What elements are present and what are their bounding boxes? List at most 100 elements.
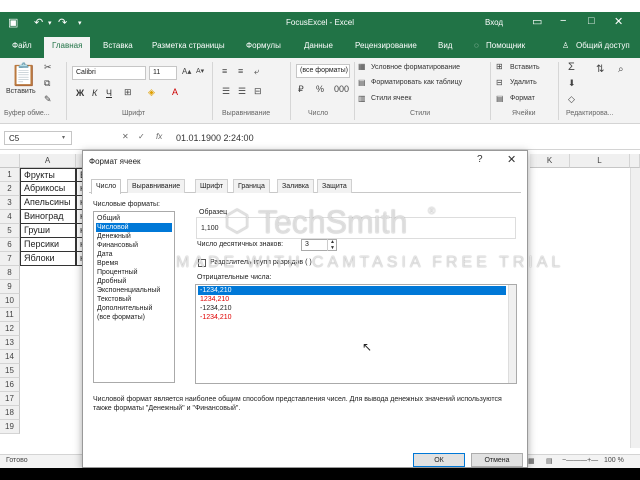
italic-button[interactable]: К	[92, 88, 97, 98]
cell-styles-button[interactable]: Стили ячеек	[371, 95, 411, 102]
merge-icon[interactable]: ⊟	[254, 86, 262, 97]
list-item[interactable]: Дата	[96, 250, 172, 259]
column-header[interactable]	[630, 154, 640, 168]
row-header[interactable]: 3	[0, 196, 20, 210]
align-middle-icon[interactable]: ≡	[238, 66, 243, 76]
tab-fill[interactable]: Заливка	[277, 179, 314, 193]
name-box-dropdown-icon[interactable]: ▾	[62, 134, 65, 141]
tab-data[interactable]: Данные	[304, 41, 333, 50]
table-cell[interactable]: Виноград	[20, 210, 76, 224]
clear-icon[interactable]: ◇	[568, 94, 575, 105]
row-header[interactable]: 8	[0, 266, 20, 280]
number-format-combo[interactable]: (все форматы)	[296, 64, 350, 78]
tab-font[interactable]: Шрифт	[195, 179, 229, 193]
row-header[interactable]: 12	[0, 322, 20, 336]
currency-icon[interactable]: ₽	[298, 84, 304, 95]
table-cell[interactable]: Персики	[20, 238, 76, 252]
align-top-icon[interactable]: ≡	[222, 66, 227, 76]
row-header[interactable]: 19	[0, 420, 20, 434]
help-icon[interactable]: ?	[477, 154, 483, 165]
table-cell[interactable]: Апельсины	[20, 196, 76, 210]
tab-file[interactable]: Файл	[12, 41, 32, 50]
tab-review[interactable]: Рецензирование	[355, 41, 417, 50]
borders-icon[interactable]: ⊞	[124, 87, 132, 98]
thousands-icon[interactable]: 000	[334, 84, 349, 94]
normal-view-icon[interactable]: ▦	[528, 457, 535, 465]
tab-view[interactable]: Вид	[438, 41, 452, 50]
list-item[interactable]: Процентный	[96, 268, 172, 277]
zoom-level[interactable]: 100 %	[604, 457, 624, 464]
close-icon[interactable]: ✕	[614, 15, 623, 28]
list-item[interactable]: 1234,210	[198, 295, 506, 304]
column-header[interactable]: K	[530, 154, 570, 168]
list-scrollbar[interactable]	[508, 285, 516, 383]
cancel-button[interactable]: Отмена	[471, 453, 523, 467]
tab-home[interactable]: Главная	[44, 37, 91, 58]
column-header[interactable]: L	[570, 154, 630, 168]
confirm-entry-icon[interactable]: ✓	[138, 132, 145, 141]
thousands-separator-checkbox[interactable]	[198, 259, 206, 267]
tab-border[interactable]: Граница	[233, 179, 270, 193]
tab-help[interactable]: Помощник	[486, 41, 525, 50]
vertical-scrollbar[interactable]	[630, 168, 640, 448]
list-item-selected[interactable]: -1234,210	[198, 286, 506, 295]
row-header[interactable]: 5	[0, 224, 20, 238]
insert-function-button[interactable]: fx	[156, 132, 162, 141]
tab-page-layout[interactable]: Разметка страницы	[152, 41, 225, 50]
format-painter-icon[interactable]: ✎	[44, 94, 52, 105]
table-cell[interactable]: Абрикосы	[20, 182, 76, 196]
row-header[interactable]: 1	[0, 168, 20, 182]
align-left-icon[interactable]: ☰	[222, 86, 230, 97]
row-header[interactable]: 10	[0, 294, 20, 308]
page-layout-view-icon[interactable]: ▤	[546, 457, 553, 465]
format-cells-button[interactable]: Формат	[510, 95, 535, 102]
autosum-icon[interactable]: Σ	[568, 61, 575, 73]
font-name-combo[interactable]: Calibri	[72, 66, 146, 80]
list-item[interactable]: (все форматы)	[96, 313, 172, 322]
close-icon[interactable]: ✕	[507, 153, 516, 166]
align-center-icon[interactable]: ☰	[238, 86, 246, 97]
list-item[interactable]: Финансовый	[96, 241, 172, 250]
list-item[interactable]: Экспоненциальный	[96, 286, 172, 295]
select-all-corner[interactable]	[0, 154, 20, 168]
list-item-selected[interactable]: Числовой	[96, 223, 172, 232]
category-list[interactable]: Общий Числовой Денежный Финансовый Дата …	[93, 211, 175, 383]
conditional-format-button[interactable]: Условное форматирование	[371, 64, 460, 71]
list-item[interactable]: Дополнительный	[96, 304, 172, 313]
maximize-icon[interactable]: □	[588, 15, 595, 27]
increase-font-icon[interactable]: A▴	[182, 67, 191, 76]
percent-icon[interactable]: %	[316, 84, 324, 94]
delete-cells-button[interactable]: Удалить	[510, 79, 537, 86]
tab-number[interactable]: Число	[91, 179, 122, 194]
row-header[interactable]: 18	[0, 406, 20, 420]
list-item[interactable]: Дробный	[96, 277, 172, 286]
fill-color-icon[interactable]: ◈	[148, 87, 155, 98]
row-header[interactable]: 17	[0, 392, 20, 406]
cancel-entry-icon[interactable]: ✕	[122, 132, 129, 141]
row-header[interactable]: 7	[0, 252, 20, 266]
table-cell[interactable]: Яблоки	[20, 252, 76, 266]
ok-button[interactable]: ОК	[413, 453, 465, 467]
underline-button[interactable]: Ч	[106, 88, 112, 98]
row-header[interactable]: 9	[0, 280, 20, 294]
list-item[interactable]: Общий	[96, 214, 172, 223]
paste-button[interactable]: Вставить	[6, 88, 36, 95]
table-cell[interactable]: Груши	[20, 224, 76, 238]
negative-numbers-list[interactable]: -1234,210 1234,210 -1234,210 -1234,210	[195, 284, 517, 384]
decrease-font-icon[interactable]: A▾	[196, 67, 204, 75]
bold-button[interactable]: Ж	[76, 88, 84, 98]
row-header[interactable]: 15	[0, 364, 20, 378]
wrap-text-icon[interactable]: ⤶	[254, 66, 259, 77]
column-header[interactable]: A	[20, 154, 76, 168]
spinner-arrows-icon[interactable]: ▲ ▼	[327, 239, 337, 251]
format-as-table-button[interactable]: Форматировать как таблицу	[371, 79, 462, 86]
tab-insert[interactable]: Вставка	[103, 41, 133, 50]
font-color-icon[interactable]: A	[172, 87, 178, 97]
share-button[interactable]: Общий доступ	[576, 41, 630, 50]
fill-icon[interactable]: ⬇	[568, 78, 576, 89]
tab-alignment[interactable]: Выравнивание	[127, 179, 186, 193]
list-item[interactable]: -1234,210	[198, 304, 506, 313]
copy-icon[interactable]: ⧉	[44, 78, 50, 89]
row-header[interactable]: 4	[0, 210, 20, 224]
minimize-icon[interactable]: −	[560, 15, 566, 27]
